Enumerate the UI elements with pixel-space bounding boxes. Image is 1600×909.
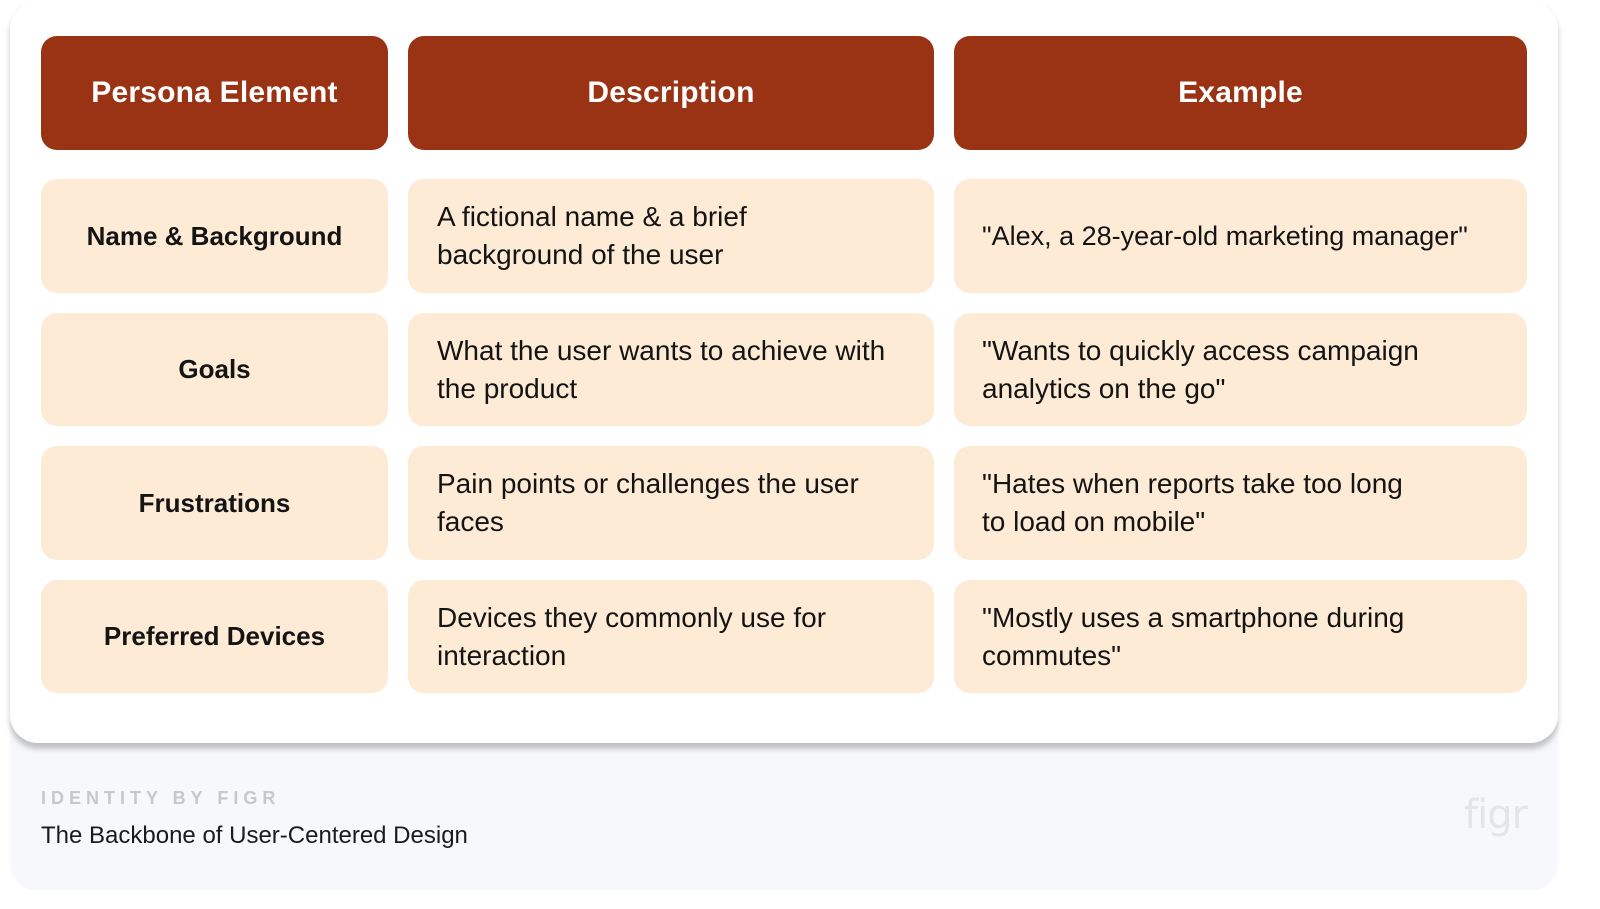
row-example: "Wants to quickly access campaign analyt… — [954, 313, 1527, 426]
footer-title: The Backbone of User-Centered Design — [41, 822, 468, 849]
row-example: "Alex, a 28-year-old marketing manager" — [954, 179, 1527, 293]
row-element: Goals — [41, 313, 388, 426]
header-persona-element: Persona Element — [41, 36, 388, 150]
row-description: A fictional name & a brief background of… — [408, 179, 934, 293]
row-element: Frustrations — [41, 446, 388, 560]
row-element: Name & Background — [41, 179, 388, 293]
row-example: "Mostly uses a smartphone during commute… — [954, 580, 1527, 693]
row-example: "Hates when reports take too long to loa… — [954, 446, 1527, 560]
header-description: Description — [408, 36, 934, 150]
header-example: Example — [954, 36, 1527, 150]
figr-logo: figr — [1464, 792, 1528, 838]
row-description: Pain points or challenges the user faces — [408, 446, 934, 560]
row-element: Preferred Devices — [41, 580, 388, 693]
row-description: Devices they commonly use for interactio… — [408, 580, 934, 693]
footer-kicker: IDENTITY BY FIGR — [41, 788, 281, 808]
row-description: What the user wants to achieve with the … — [408, 313, 934, 426]
